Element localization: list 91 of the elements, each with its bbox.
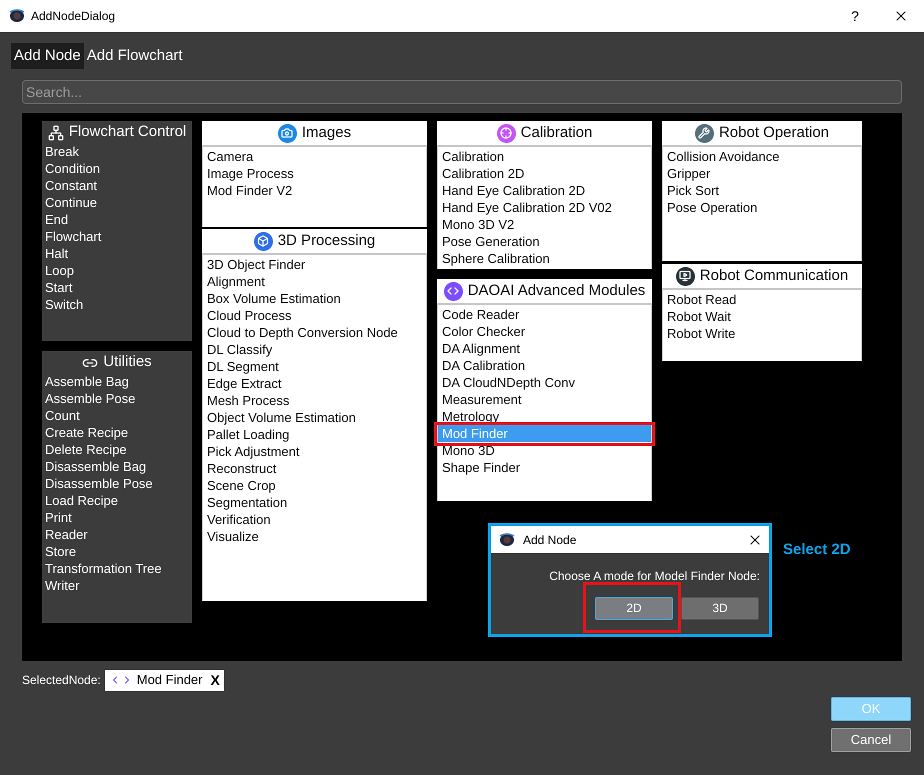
tab[interactable]: Add Node <box>11 43 84 69</box>
node-list-item[interactable]: Transformation Tree <box>42 560 192 577</box>
hierarchy-icon <box>48 124 64 140</box>
node-list-item[interactable]: Flowchart <box>42 228 192 245</box>
node-list-item[interactable]: DL Segment <box>203 358 426 375</box>
node-list-item[interactable]: Gripper <box>663 165 861 182</box>
node-list-item[interactable]: Hand Eye Calibration 2D V02 <box>438 199 651 216</box>
node-list-item[interactable]: Pose Generation <box>438 233 651 250</box>
callout-label: Select 2D <box>783 540 851 560</box>
node-list-item[interactable]: DA Alignment <box>438 340 651 357</box>
node-list-item[interactable]: Scene Crop <box>203 477 426 494</box>
node-list-item[interactable]: Break <box>42 143 192 160</box>
node-list-item[interactable]: Disassemble Bag <box>42 458 192 475</box>
node-list-item[interactable]: Object Volume Estimation <box>203 409 426 426</box>
group-title: Flowchart Control <box>68 122 186 142</box>
node-list-item[interactable]: Pick Sort <box>663 182 861 199</box>
mode-button[interactable]: 3D <box>681 596 759 620</box>
node-list-item[interactable]: Edge Extract <box>203 375 426 392</box>
node-list-item[interactable]: Hand Eye Calibration 2D <box>438 182 651 199</box>
eye-logo-icon <box>499 532 515 546</box>
node-list-item[interactable]: Halt <box>42 245 192 262</box>
group-title: Robot Operation <box>718 122 830 143</box>
node-list-item[interactable]: Calibration 2D <box>438 165 651 182</box>
node-list-item[interactable]: Pose Operation <box>663 199 861 216</box>
node-list-item[interactable]: Assemble Pose <box>42 390 192 407</box>
node-list-item[interactable]: Print <box>42 509 192 526</box>
node-list-item[interactable]: Condition <box>42 160 192 177</box>
node-list-item[interactable]: Start <box>42 279 192 296</box>
node-list-item[interactable]: End <box>42 211 192 228</box>
node-list-item[interactable]: Box Volume Estimation <box>203 290 426 307</box>
node-list-item[interactable]: Count <box>42 407 192 424</box>
node-list-item[interactable]: Mono 3D V2 <box>438 216 651 233</box>
node-list-item[interactable]: Assemble Bag <box>42 373 192 390</box>
node-list-item[interactable]: Alignment <box>203 273 426 290</box>
node-list-item[interactable]: Cloud Process <box>203 307 426 324</box>
window-title: AddNodeDialog <box>31 8 116 25</box>
node-list-item[interactable]: Cloud to Depth Conversion Node <box>203 324 426 341</box>
remove-button[interactable]: X <box>210 670 220 690</box>
node-list-item[interactable]: Delete Recipe <box>42 441 192 458</box>
group-title: Images <box>302 122 352 143</box>
node-list-item[interactable]: 3D Object Finder <box>203 256 426 273</box>
node-list-item[interactable]: Load Recipe <box>42 492 192 509</box>
selected-node-label: SelectedNode: <box>22 672 101 689</box>
cancel-button[interactable]: Cancel <box>831 728 911 752</box>
node-list-item[interactable]: Disassemble Pose <box>42 475 192 492</box>
node-list-item[interactable]: DL Classify <box>203 341 426 358</box>
node-list-item[interactable]: Shape Finder <box>438 459 651 476</box>
tab[interactable]: Add Flowchart <box>84 43 186 69</box>
group-title: Robot Communication <box>700 266 848 286</box>
node-list-item[interactable]: Constant <box>42 177 192 194</box>
node-list-item[interactable]: Robot Read <box>663 291 861 308</box>
node-list-item[interactable]: Mono 3D <box>438 442 651 459</box>
node-list-item[interactable]: Collision Avoidance <box>663 148 861 165</box>
node-list-item[interactable]: Robot Wait <box>663 308 861 325</box>
node-list-item[interactable]: Image Process <box>203 165 426 182</box>
node-list-item[interactable]: Verification <box>203 511 426 528</box>
node-list-item[interactable]: Switch <box>42 296 192 313</box>
node-list-item[interactable]: DA Calibration <box>438 357 651 374</box>
node-list-item[interactable]: Pick Adjustment <box>203 443 426 460</box>
node-list-item[interactable]: Pallet Loading <box>203 426 426 443</box>
node-list-item[interactable]: Writer <box>42 577 192 594</box>
node-list-item[interactable]: Segmentation <box>203 494 426 511</box>
node-list-item[interactable]: Visualize <box>203 528 426 545</box>
node-list-item[interactable]: Color Checker <box>438 323 651 340</box>
group-title: Utilities <box>103 352 152 372</box>
eye-logo-icon <box>9 9 25 23</box>
group-title: DAOAI Advanced Modules <box>468 280 646 301</box>
node-list-item[interactable]: Mod Finder V2 <box>203 182 426 199</box>
node-list-item[interactable]: Loop <box>42 262 192 279</box>
node-list-item[interactable]: Code Reader <box>438 306 651 323</box>
node-list-item[interactable]: Robot Write <box>663 325 861 342</box>
node-list-item[interactable]: Calibration <box>438 148 651 165</box>
chip-label: Mod Finder <box>136 671 202 690</box>
help-button[interactable]: ? <box>832 0 878 32</box>
node-list-item[interactable]: Reconstruct <box>203 460 426 477</box>
node-list-item[interactable]: Metrology <box>438 408 651 425</box>
popup-message: Choose A mode for Model Finder Node: <box>549 568 760 585</box>
group-title: Calibration <box>520 122 592 143</box>
node-list-item[interactable]: Measurement <box>438 391 651 408</box>
node-list-item[interactable]: DA CloudNDepth Conv <box>438 374 651 391</box>
node-list-item[interactable]: Reader <box>42 526 192 543</box>
group-title: 3D Processing <box>278 230 376 251</box>
node-list-item[interactable]: Mesh Process <box>203 392 426 409</box>
node-list-item[interactable]: Camera <box>203 148 426 165</box>
node-list-item[interactable]: Create Recipe <box>42 424 192 441</box>
search-field[interactable]: Search... <box>22 80 902 104</box>
node-list-item[interactable]: Sphere Calibration <box>438 250 651 267</box>
popup-title: Add Node <box>523 532 576 548</box>
node-list-item[interactable]: Continue <box>42 194 192 211</box>
node-list-item[interactable]: Store <box>42 543 192 560</box>
mode-button[interactable]: 2D <box>595 596 673 620</box>
